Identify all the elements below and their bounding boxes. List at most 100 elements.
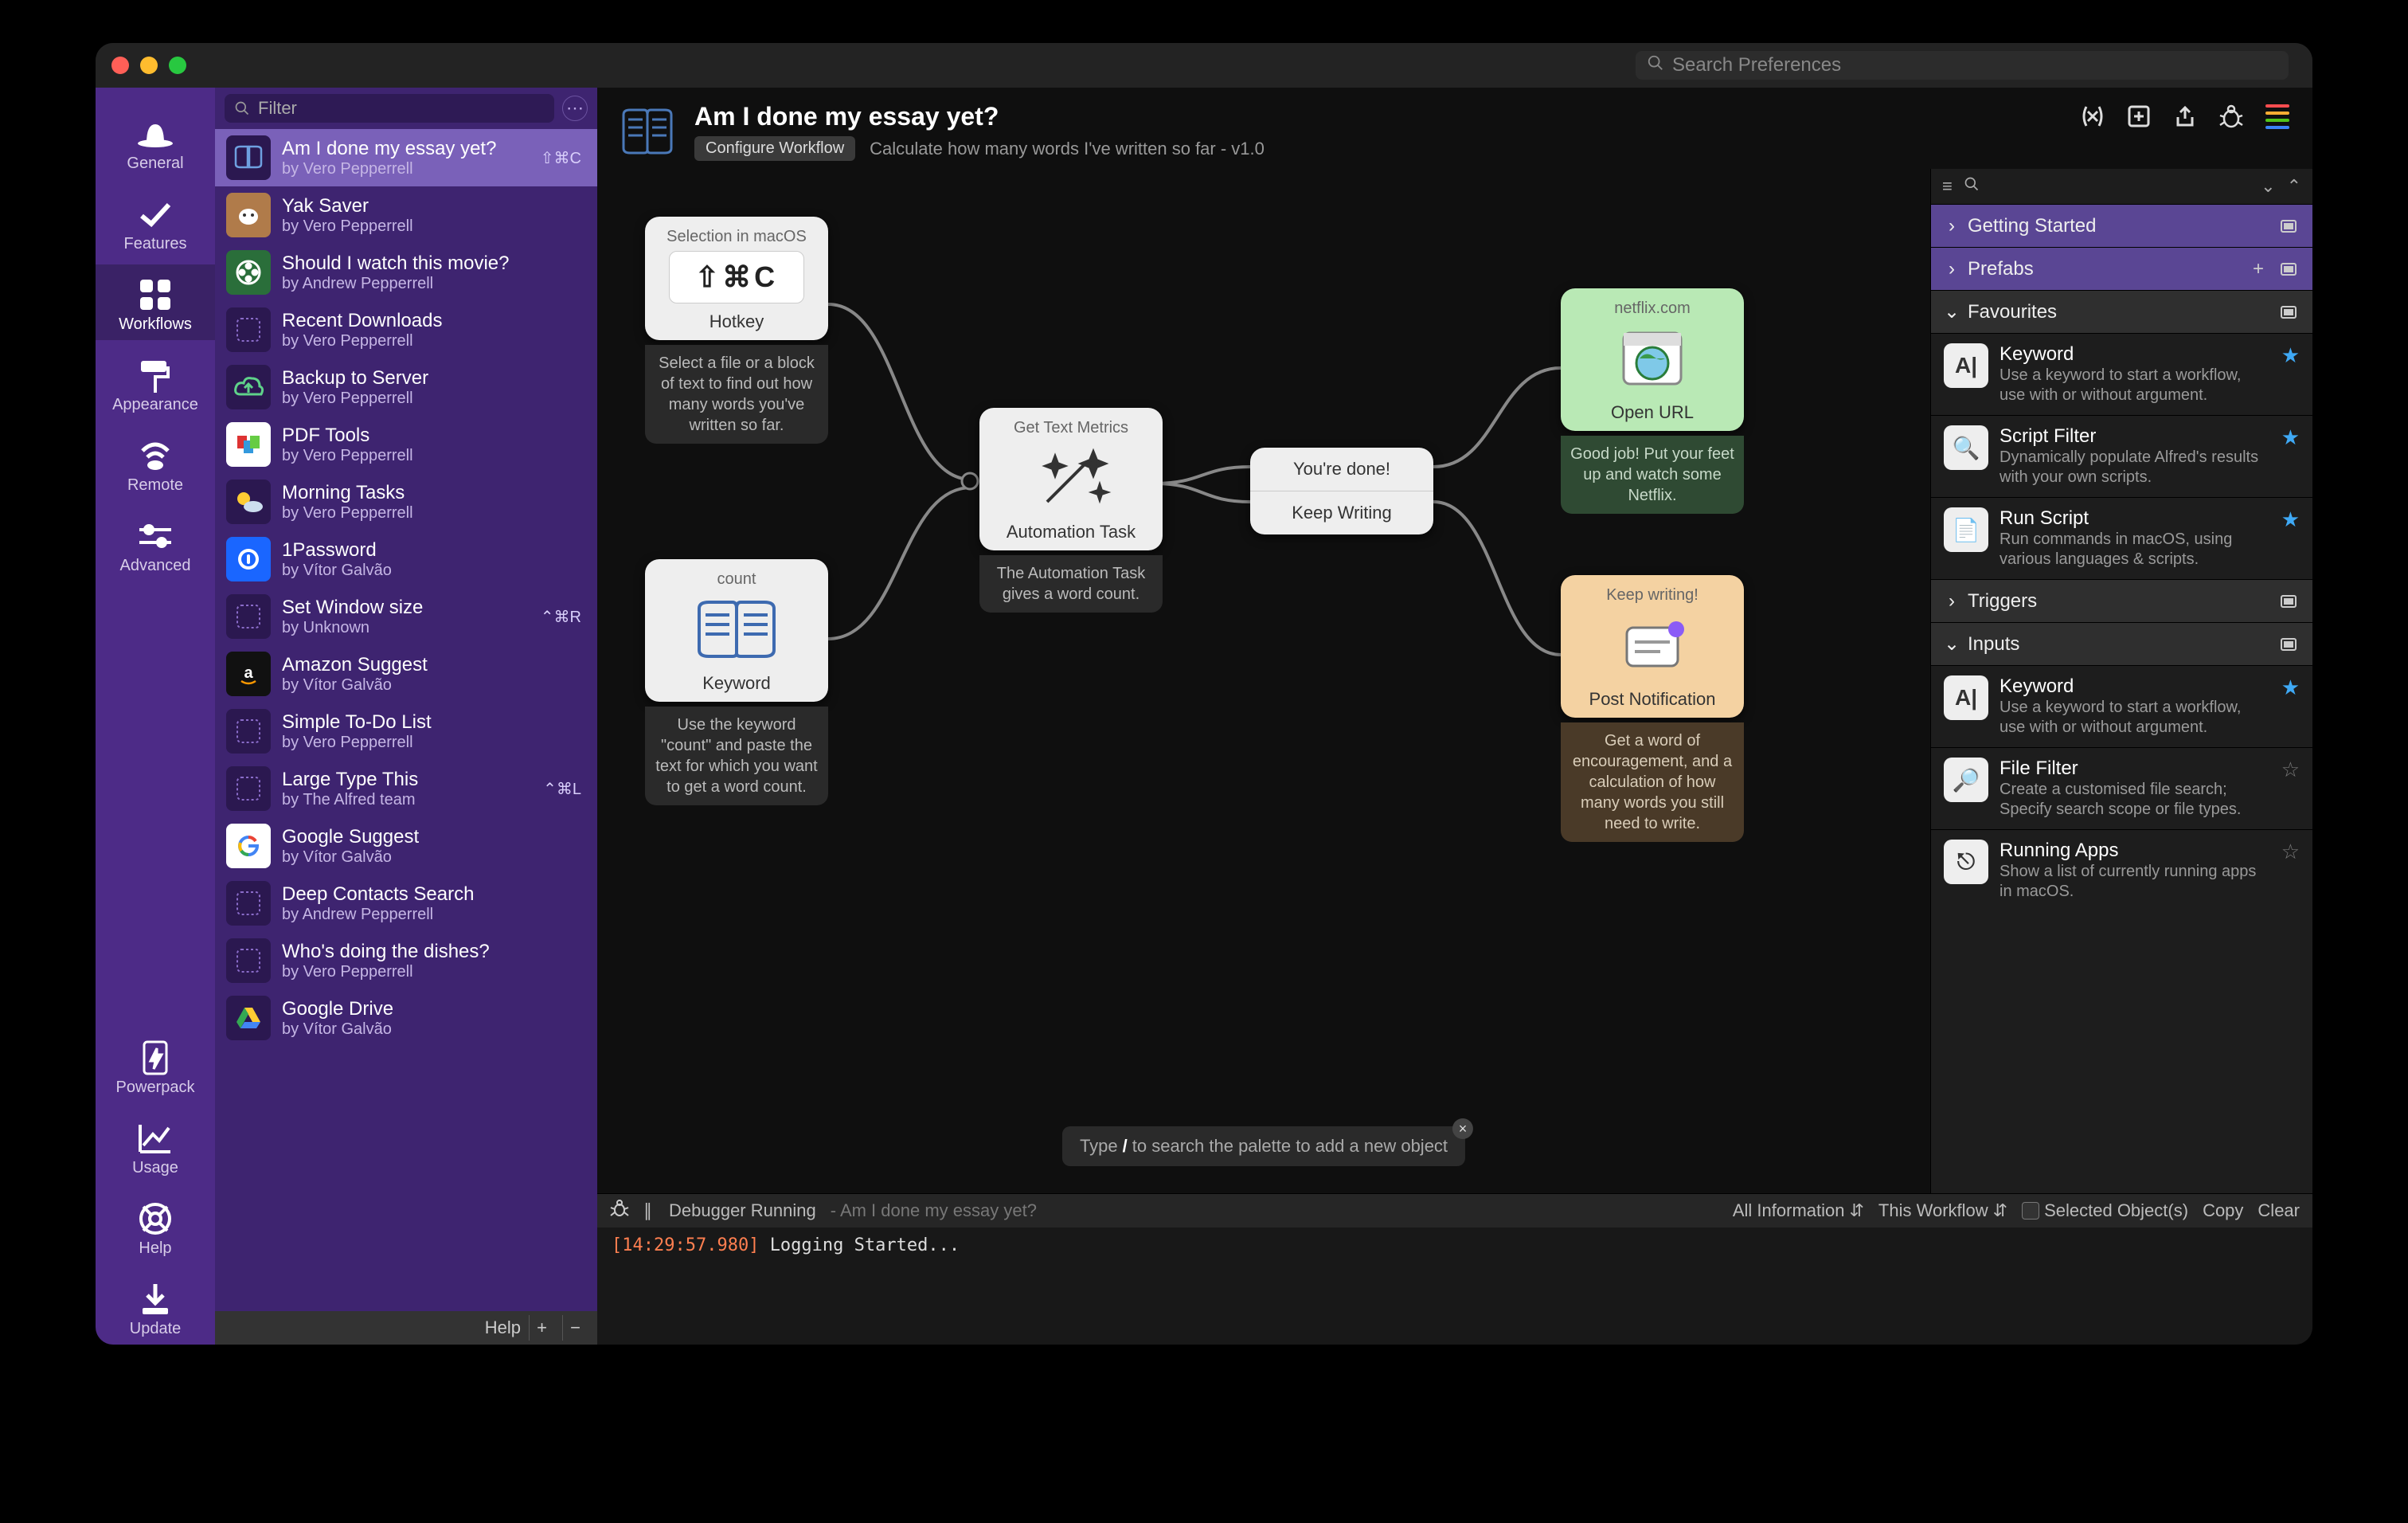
nav-features[interactable]: Features [96,184,215,260]
workflow-row[interactable]: Backup to Serverby Vero Pepperrell [215,358,597,416]
workflow-row[interactable]: Set Window sizeby Unknown⌃⌘R [215,588,597,645]
palette-popout-icon[interactable] [2277,592,2300,611]
favourite-star-icon[interactable]: ★ [2281,507,2300,532]
palette-add-icon[interactable]: + [2247,260,2269,279]
workflow-remove-button[interactable]: − [562,1315,588,1341]
workflow-row[interactable]: Google Driveby Vítor Galvão [215,989,597,1047]
node-keyword[interactable]: count Keyword [645,559,828,805]
zoom-window-button[interactable] [169,57,186,74]
hotkey-display: ⇧⌘C [669,251,804,303]
favourite-star-icon[interactable]: ☆ [2281,840,2300,864]
favourite-star-icon[interactable]: ★ [2281,675,2300,700]
debugger-selected-toggle[interactable]: Selected Object(s) [2022,1200,2188,1221]
nav-help[interactable]: Help [96,1188,215,1264]
palette-item[interactable]: 🔎File FilterCreate a customised file sea… [1931,747,2312,829]
nav-update[interactable]: Update [96,1269,215,1345]
debugger-pause-icon[interactable]: ∥ [643,1200,655,1221]
workflow-icon[interactable] [618,102,677,161]
configure-workflow-button[interactable]: Configure Workflow [694,136,855,161]
workflow-row-title: Recent Downloads [282,310,586,332]
minimize-window-button[interactable] [140,57,158,74]
palette-popout-icon[interactable] [2277,303,2300,322]
workflow-filter-options-button[interactable]: ⋯ [562,96,588,121]
palette-item[interactable]: A|KeywordUse a keyword to start a workfl… [1931,333,2312,415]
palette-search-icon[interactable] [1964,176,1980,197]
workflow-row[interactable]: Large Type Thisby The Alfred team⌃⌘L [215,760,597,817]
palette-section-header[interactable]: ⌄Favourites [1931,290,2312,333]
share-icon[interactable] [2171,102,2199,131]
workflow-row[interactable]: PDF Toolsby Vero Pepperrell [215,416,597,473]
nav-usage[interactable]: Usage [96,1108,215,1184]
node-open-url[interactable]: netflix.com Open URL Good job! Put your … [1561,288,1744,514]
node-conditional[interactable]: You're done! Keep Writing [1250,448,1433,534]
workflow-row[interactable]: aAmazon Suggestby Vítor Galvão [215,645,597,703]
palette-item-icon: ⎋ [1944,840,1988,884]
close-hint-button[interactable]: × [1452,1118,1473,1139]
workflow-row[interactable]: Yak Saverby Vero Pepperrell [215,186,597,244]
palette-popout-icon[interactable] [2277,260,2300,279]
palette-section-header[interactable]: ⌄Inputs [1931,622,2312,665]
debugger-clear-button[interactable]: Clear [2258,1200,2300,1221]
workflow-row[interactable]: Morning Tasksby Vero Pepperrell [215,473,597,531]
add-object-icon[interactable] [2125,102,2153,131]
workflow-row[interactable]: 1Passwordby Vítor Galvão [215,531,597,588]
workflow-row[interactable]: Simple To-Do Listby Vero Pepperrell [215,703,597,760]
palette-section-header[interactable]: ›Prefabs+ [1931,247,2312,290]
workflow-row[interactable]: Should I watch this movie?by Andrew Pepp… [215,244,597,301]
nav-powerpack[interactable]: Powerpack [96,1028,215,1103]
node-automation-task[interactable]: Get Text Metrics Automation [979,408,1163,613]
debug-icon[interactable] [2217,102,2246,131]
palette-item[interactable]: ⎋Running AppsShow a list of currently ru… [1931,829,2312,911]
search-preferences-input[interactable]: Search Preferences [1636,51,2289,80]
debugger-bug-icon[interactable] [610,1200,629,1222]
workflow-row-title: Morning Tasks [282,482,586,504]
workflow-row-title: 1Password [282,539,586,562]
workflow-row[interactable]: Recent Downloadsby Vero Pepperrell [215,301,597,358]
nav-workflows[interactable]: Workflows [96,264,215,340]
workflow-add-button[interactable]: + [529,1315,554,1341]
nav-advanced[interactable]: Advanced [96,506,215,581]
workflow-row-author: by Andrew Pepperrell [282,906,586,924]
object-palette: ≡ ⌄ ⌃ ›Getting Started›Prefabs+⌄Favourit… [1930,169,2312,1193]
favourite-star-icon[interactable]: ☆ [2281,758,2300,782]
nav-general[interactable]: General [96,104,215,179]
menu-icon[interactable] [2263,102,2292,131]
wand-icon [1023,442,1119,514]
palette-hint: Type / to search the palette to add a ne… [1062,1126,1465,1166]
palette-section-header[interactable]: ›Triggers [1931,579,2312,622]
debugger-copy-button[interactable]: Copy [2203,1200,2243,1221]
palette-item-name: Keyword [2000,675,2270,698]
variables-icon[interactable] [2078,102,2107,131]
palette-section-header[interactable]: ›Getting Started [1931,204,2312,247]
workflow-canvas[interactable]: Selection in macOS ⇧⌘C Hotkey Select a f… [597,169,1930,1193]
palette-item[interactable]: A|KeywordUse a keyword to start a workfl… [1931,665,2312,747]
close-window-button[interactable] [111,57,129,74]
debugger-level-select[interactable]: All Information ⇵ [1733,1200,1864,1221]
palette-item[interactable]: 📄Run ScriptRun commands in macOS, using … [1931,497,2312,579]
workflow-help-button[interactable]: Help [485,1317,521,1338]
workflow-row-author: by Vero Pepperrell [282,504,586,523]
workflow-row[interactable]: Google Suggestby Vítor Galvão [215,817,597,875]
workflow-row-title: Google Drive [282,998,586,1020]
palette-collapse-up-icon[interactable]: ⌃ [2287,176,2301,197]
nav-remote[interactable]: Remote [96,425,215,501]
palette-item[interactable]: 🔍Script FilterDynamically populate Alfre… [1931,415,2312,497]
nav-appearance[interactable]: Appearance [96,345,215,421]
favourite-star-icon[interactable]: ★ [2281,425,2300,450]
favourite-star-icon[interactable]: ★ [2281,343,2300,368]
workflow-row[interactable]: Deep Contacts Searchby Andrew Pepperrell [215,875,597,932]
node-post-notification[interactable]: Keep writing! Post Notification Get a wo… [1561,575,1744,842]
workflow-filter-input[interactable]: Filter [225,94,554,123]
debugger-scope-select[interactable]: This Workflow ⇵ [1878,1200,2007,1221]
palette-popout-icon[interactable] [2277,635,2300,654]
palette-list-icon[interactable]: ≡ [1942,176,1953,197]
palette-collapse-down-icon[interactable]: ⌄ [2261,176,2275,197]
debugger-output[interactable]: [14:29:57.980] Logging Started... [597,1227,2312,1345]
palette-item-name: Running Apps [2000,840,2270,862]
node-hotkey[interactable]: Selection in macOS ⇧⌘C Hotkey Select a f… [645,217,828,444]
chevron-icon: › [1944,258,1960,280]
workflow-row[interactable]: Who's doing the dishes?by Vero Pepperrel… [215,932,597,989]
book-icon [689,593,784,665]
workflow-row[interactable]: Am I done my essay yet?by Vero Pepperrel… [215,129,597,186]
palette-popout-icon[interactable] [2277,217,2300,236]
